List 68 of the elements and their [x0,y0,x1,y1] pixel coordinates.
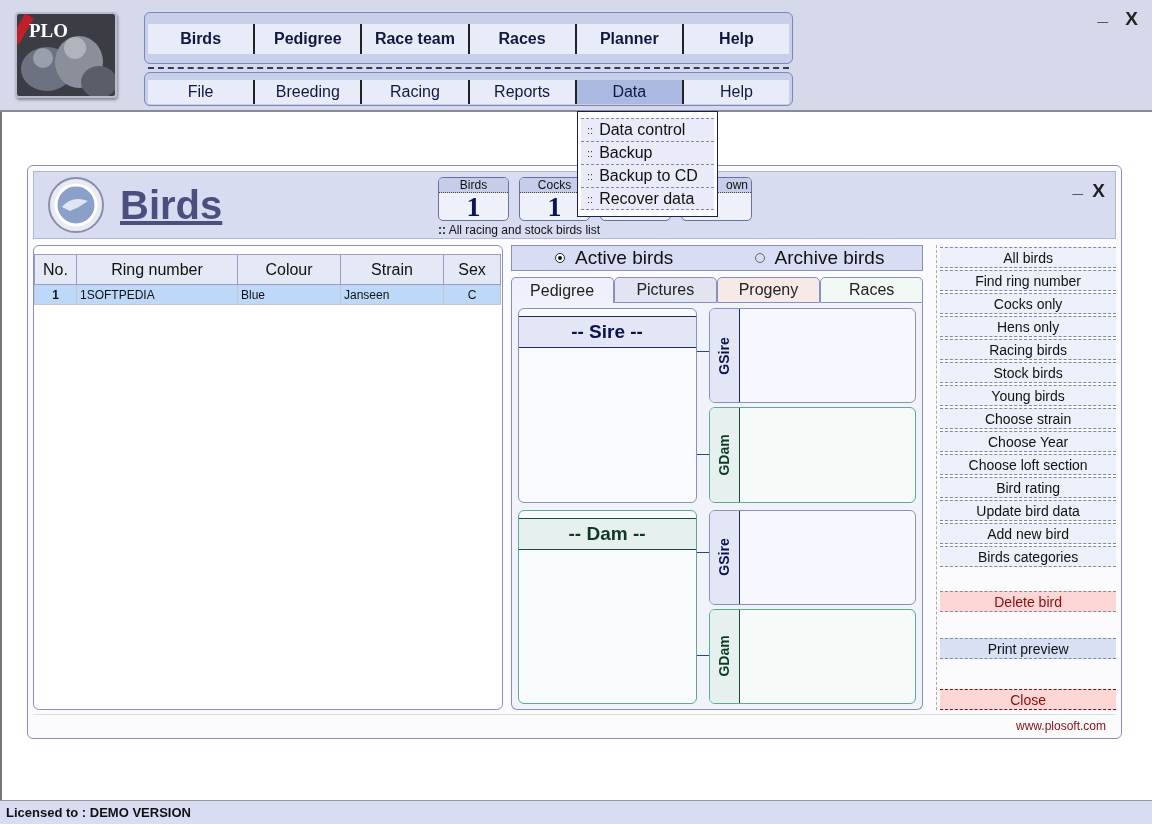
action-button[interactable]: Update bird data [940,500,1116,521]
counter-value: 1 [465,193,482,220]
dropdown-item[interactable]: :: Backup to CD [581,164,714,187]
grandparent-label: GSire [716,538,733,576]
window-close-x[interactable]: X [1092,180,1105,202]
radio-label[interactable]: Active birds [575,247,674,269]
column-header[interactable]: Sex [443,254,501,285]
action-button[interactable]: Find ring number [940,270,1116,291]
column-header[interactable]: Strain [340,254,444,285]
menu-item[interactable]: Racing [360,80,468,104]
dropdown-item[interactable]: :: Data control [581,118,714,141]
menu-item[interactable]: Help [681,80,790,104]
grandparent-label: GDam [716,635,733,677]
tab[interactable]: Pedigree [510,277,614,303]
table-cell: 1 [34,284,77,305]
window-title: Birds [120,182,224,228]
dropdown-item[interactable]: :: Backup [581,141,714,164]
menu-item[interactable]: Pedigree [253,23,361,54]
tab[interactable]: Pictures [613,277,717,303]
radio-label[interactable]: Archive birds [774,247,885,269]
menu-item[interactable]: Races [467,23,575,54]
minimize-button[interactable]: _ [1097,4,1108,26]
grandparent-label: GDam [716,434,733,476]
menu-item[interactable]: Reports [467,80,575,104]
action-button[interactable]: Hens only [940,316,1116,337]
parent-heading: -- Dam -- [518,517,696,550]
parent-heading: -- Sire -- [518,316,696,348]
action-button[interactable]: All birds [940,247,1116,268]
menu-item[interactable]: Birds [148,23,254,54]
radio-button[interactable] [555,253,566,263]
action-button[interactable]: Choose strain [940,408,1116,429]
menu-item[interactable]: Race team [360,23,468,54]
radio-option[interactable]: Active birds [511,247,717,269]
action-button[interactable]: Print preview [940,638,1116,659]
column-header[interactable]: Ring number [76,254,238,285]
globe-icon [48,177,104,233]
action-button[interactable]: Stock birds [940,362,1116,383]
tab[interactable]: Progeny [716,277,821,303]
menu-item[interactable]: Help [681,23,790,54]
action-button[interactable]: Racing birds [940,339,1116,360]
action-button[interactable]: Add new bird [940,523,1116,544]
dropdown-item[interactable]: :: Recover data [581,187,714,210]
column-header[interactable]: Colour [237,254,341,285]
grandparent-label: GSire [716,336,733,375]
status-bar: Licensed to : DEMO VERSION [0,800,1152,824]
action-button[interactable]: Bird rating [940,477,1116,498]
menu-item[interactable]: Breeding [253,80,361,104]
window-close-x[interactable]: X [1125,8,1138,30]
list-caption: :: All racing and stock birds list [438,223,602,237]
action-button[interactable]: Choose loft section [940,454,1116,475]
logo-text: PLO [29,20,69,42]
action-button[interactable]: Birds categories [940,546,1116,567]
counter-value: 1 [546,193,563,220]
action-button[interactable]: Close [940,689,1116,710]
radio-option[interactable]: Archive birds [716,247,923,269]
website-link[interactable]: www.plosoft.com [1015,719,1106,733]
table-row[interactable]: 1 1SOFTPEDIA Blue Janseen C [34,284,501,305]
tab[interactable]: Races [820,277,924,303]
minimize-button[interactable]: _ [1072,176,1083,198]
counter-label: Birds [439,178,508,193]
menu-item[interactable]: Planner [574,23,682,54]
action-button[interactable]: Delete bird [940,591,1116,612]
menu-item[interactable]: Data [574,80,682,104]
action-button[interactable]: Choose Year [940,431,1116,452]
action-button[interactable]: Cocks only [940,293,1116,314]
action-button[interactable]: Young birds [940,385,1116,406]
menu-item[interactable]: File [148,80,254,104]
column-header[interactable]: No. [34,254,77,285]
